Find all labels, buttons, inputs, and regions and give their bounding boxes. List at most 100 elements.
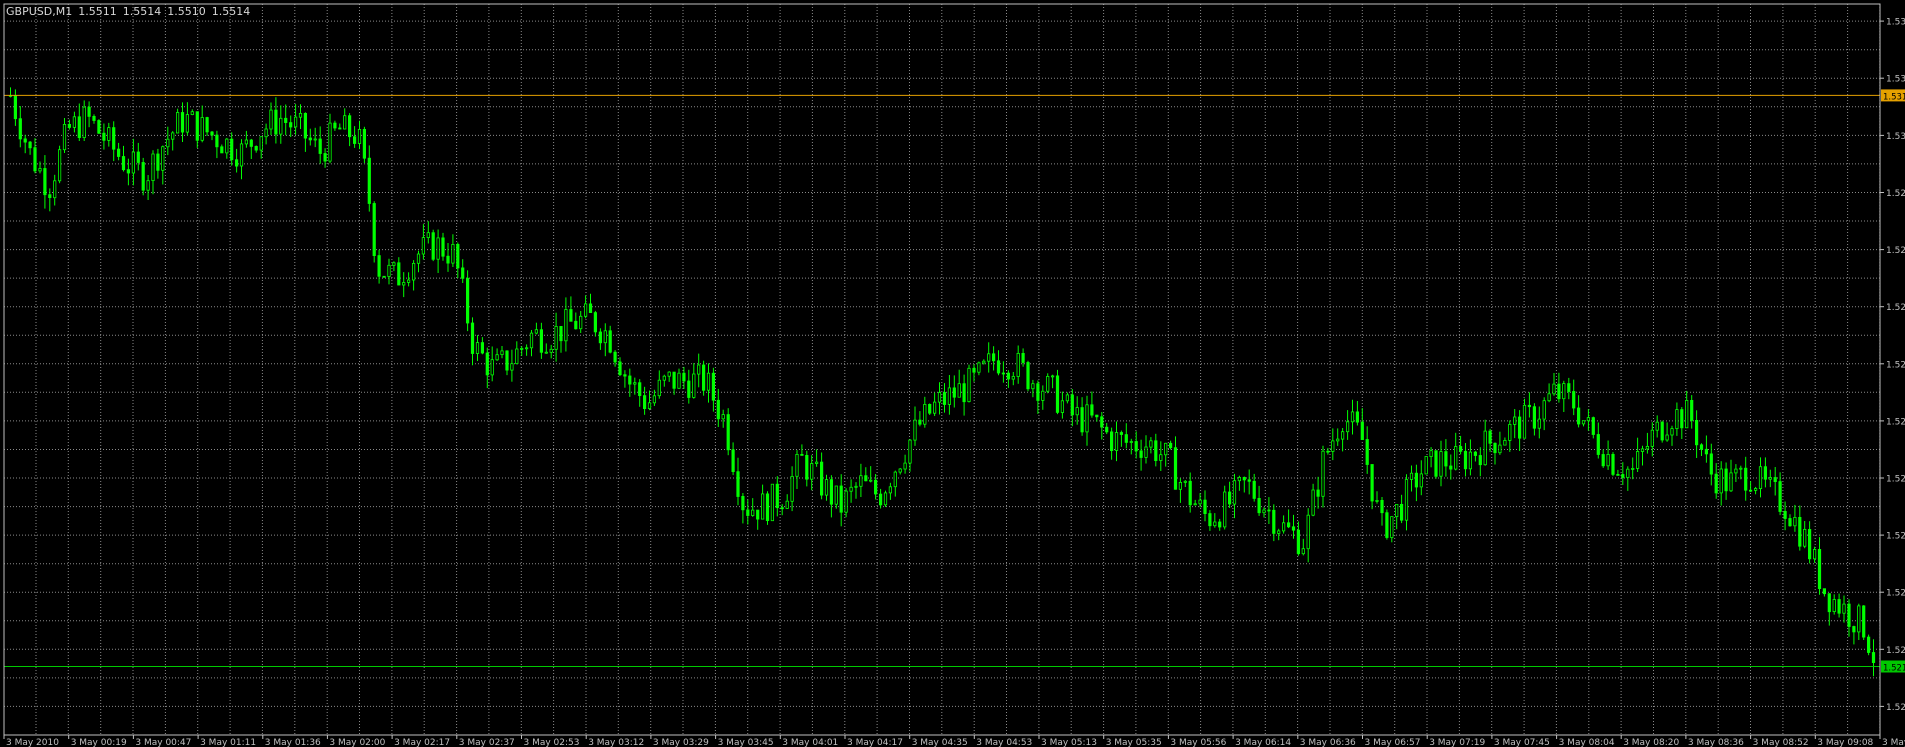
time-axis-label: 3 May 04:01 [782, 738, 838, 747]
candle-body [1306, 514, 1310, 550]
candle-body [967, 367, 971, 402]
candle-body [313, 138, 317, 141]
candle-body [1532, 406, 1536, 429]
candle-body [1169, 442, 1173, 449]
candle-body [156, 153, 160, 171]
candle-body [1670, 428, 1674, 436]
candle-body [893, 471, 897, 488]
candle-body [456, 243, 460, 269]
candle-body [175, 112, 180, 134]
candle-body [1129, 441, 1133, 443]
price-level-label: 1.5312 [1883, 92, 1905, 102]
candle-body [888, 486, 893, 494]
candle-body [289, 122, 293, 128]
candle-body [431, 232, 435, 260]
candle-body [1749, 489, 1753, 492]
candle-body [1070, 394, 1074, 416]
time-axis-label: 3 May 03:29 [653, 738, 709, 747]
time-axis-label: 3 May 07:45 [1494, 738, 1550, 747]
candle-body [682, 372, 686, 382]
candle-body [1095, 414, 1099, 418]
candle-body [628, 375, 632, 385]
time-axis-label: 3 May 02:00 [329, 738, 385, 747]
candle-body [215, 134, 219, 148]
candle-body [1478, 455, 1482, 466]
candle-body [697, 364, 701, 375]
candle-body [28, 141, 32, 149]
candle-body [372, 203, 376, 256]
candle-body [1567, 383, 1571, 392]
time-axis-label: 3 May 00:19 [71, 738, 127, 747]
candle-body [839, 485, 843, 513]
candle-body [1380, 499, 1384, 514]
candle-body [254, 145, 258, 151]
candle-body [1252, 480, 1256, 499]
candle-body [58, 149, 62, 182]
candle-body [387, 264, 391, 277]
candle-body [1026, 362, 1030, 390]
candle-body [338, 127, 342, 130]
candle-body [264, 128, 268, 138]
candle-body [520, 347, 524, 350]
price-axis-label: 1.5255 [1886, 417, 1905, 427]
candle-body [1645, 445, 1649, 450]
candle-body [87, 106, 91, 117]
candle-body [1346, 421, 1350, 433]
candle-body [1798, 517, 1802, 547]
price-chart[interactable]: 1.53121.5212 1.53251.53151.53051.52951.5… [0, 0, 1905, 747]
candle-body [1100, 416, 1104, 428]
candle-body [1277, 530, 1281, 534]
candle-body [923, 403, 927, 425]
candle-body [756, 509, 760, 520]
candle-body [180, 112, 185, 133]
candle-body [1454, 446, 1458, 470]
candle-body [687, 380, 691, 398]
candle-body [510, 363, 514, 371]
candle-body [1508, 423, 1512, 441]
candle-body [1552, 383, 1556, 395]
candle-body [854, 485, 858, 488]
candle-body [1414, 472, 1418, 488]
candle-body [1055, 375, 1060, 413]
candle-body [1341, 431, 1345, 440]
symbol-timeframe-label: GBPUSD,M1 [6, 5, 73, 18]
candle-body [284, 117, 288, 124]
candle-body [220, 146, 224, 154]
candle-body [608, 330, 612, 353]
candle-body [805, 454, 809, 480]
candle-body [141, 162, 145, 191]
candle-body [1793, 517, 1797, 527]
candle-body [662, 375, 666, 381]
candle-body [269, 109, 273, 130]
candle-body [706, 372, 711, 391]
candle-body [1291, 526, 1296, 531]
candle-body [1503, 439, 1507, 446]
candle-body [1228, 491, 1232, 505]
chart-window[interactable]: 1.53121.5212 1.53251.53151.53051.52951.5… [0, 0, 1905, 747]
candle-body [1400, 503, 1404, 521]
candle-body [77, 116, 81, 139]
candle-body [1124, 434, 1128, 443]
time-axis: 3 May 2010 3 May 00:19 3 May 00:47 3 May 01… [3, 735, 1905, 747]
candle-body [913, 419, 917, 441]
candle-body [726, 414, 730, 451]
candle-body [534, 329, 539, 334]
candle-body [1483, 430, 1487, 466]
candle-body [1085, 404, 1089, 433]
candle-body [1419, 473, 1423, 488]
candle-body [1513, 416, 1517, 425]
candle-body [1719, 468, 1723, 494]
candle-body [298, 113, 303, 118]
time-axis-label: 3 May 05:56 [1170, 738, 1226, 747]
candle-body [97, 120, 101, 134]
candle-body [121, 156, 126, 171]
candle-body [249, 139, 253, 147]
candle-body [1439, 451, 1443, 477]
candle-body [544, 351, 548, 354]
candle-body [1188, 480, 1192, 506]
candle-body [937, 392, 942, 403]
candle-body [451, 243, 455, 264]
candle-body [1031, 383, 1035, 390]
price-axis-label: 1.5205 [1886, 703, 1905, 713]
candle-body [1444, 451, 1448, 467]
